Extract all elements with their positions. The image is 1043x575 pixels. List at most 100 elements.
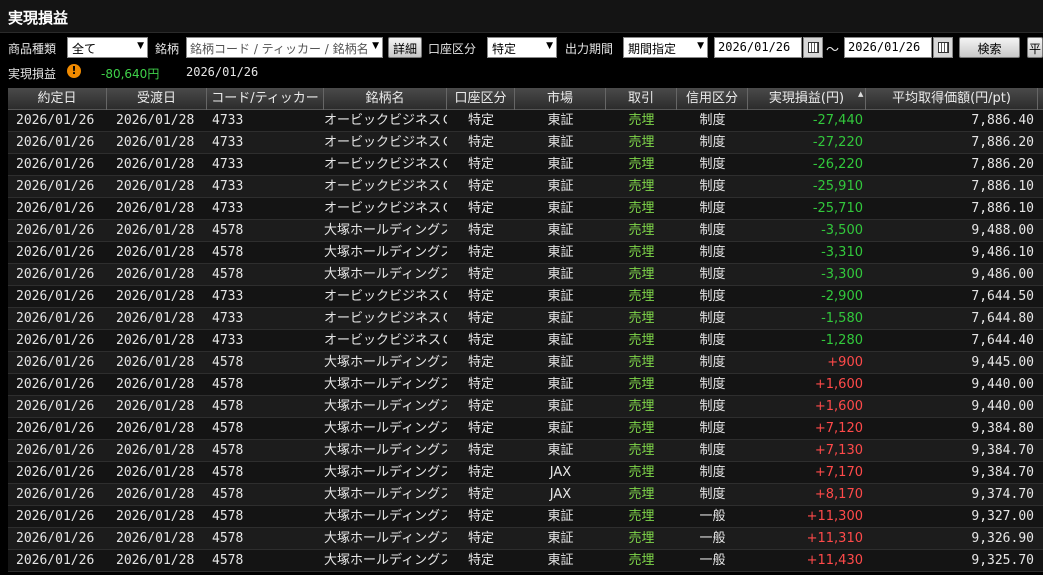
cell-margin-type: 制度	[699, 157, 726, 172]
column-header-trade-date[interactable]: 約定日	[8, 88, 107, 110]
cell-code: 4578	[212, 509, 244, 524]
cell-trade-date: 2026/01/26	[16, 487, 95, 502]
table-row[interactable]: 2026/01/26 2026/01/28 4578 大塚ホールディングス 特定 東証 売埋…	[8, 352, 1043, 374]
cell-margin-type: 制度	[699, 333, 726, 348]
cell-avg-cost: 9,440.00	[971, 377, 1034, 392]
cell-settlement-date: 2026/01/28	[116, 333, 195, 348]
cut-off-button[interactable]: 平	[1027, 37, 1043, 58]
table-row[interactable]: 2026/01/26 2026/01/28 4578 大塚ホールディングス 特定 東証 売埋…	[8, 264, 1043, 286]
search-button[interactable]: 検索	[959, 37, 1020, 58]
cell-margin-type: 制度	[699, 113, 726, 128]
table-row[interactable]: 2026/01/26 2026/01/28 4578 大塚ホールディングス 特定 JAX 売…	[8, 462, 1043, 484]
brand-search-input[interactable]: 銘柄コード / ティッカー / 銘柄名 ▼	[186, 37, 383, 58]
table-row[interactable]: 2026/01/26 2026/01/28 4733 オービックビジネスＣ 特定 東証 売埋…	[8, 330, 1043, 352]
calendar-to-button[interactable]	[933, 37, 953, 58]
product-type-select[interactable]: 全て ▼	[67, 37, 148, 58]
table-row[interactable]: 2026/01/26 2026/01/28 4578 大塚ホールディングス 特定 東証 売埋…	[8, 418, 1043, 440]
cell-market: 東証	[547, 509, 574, 524]
cell-margin-type: 制度	[699, 267, 726, 282]
column-header-trade-type[interactable]: 取引	[606, 88, 677, 110]
column-header-settlement-date[interactable]: 受渡日	[107, 88, 207, 110]
table-row[interactable]: 2026/01/26 2026/01/28 4578 大塚ホールディングス 特定 東証 売埋…	[8, 528, 1043, 550]
column-header-margin-type[interactable]: 信用区分	[677, 88, 748, 110]
cell-realized-pl: -1,580	[821, 311, 863, 326]
cell-margin-type: 制度	[699, 289, 726, 304]
table-row[interactable]: 2026/01/26 2026/01/28 4578 大塚ホールディングス 特定 東証 売埋…	[8, 550, 1043, 572]
table-row[interactable]: 2026/01/26 2026/01/28 4733 オービックビジネスＣ 特定 東証 売埋…	[8, 286, 1043, 308]
cell-market: 東証	[547, 223, 574, 238]
table-row[interactable]: 2026/01/26 2026/01/28 4733 オービックビジネスＣ 特定 東証 売埋…	[8, 154, 1043, 176]
cell-code: 4733	[212, 135, 244, 150]
cell-market: 東証	[547, 377, 574, 392]
cell-code: 4578	[212, 267, 244, 282]
warning-icon[interactable]: !	[67, 64, 81, 78]
cell-margin-type: 制度	[699, 399, 726, 414]
cell-realized-pl: -2,900	[821, 289, 863, 304]
cell-brand-name: 大塚ホールディングス	[324, 509, 447, 524]
cell-trade-date: 2026/01/26	[16, 157, 95, 172]
column-header-market[interactable]: 市場	[515, 88, 606, 110]
account-type-value: 特定	[492, 42, 517, 56]
column-header-brand-name[interactable]: 銘柄名	[324, 88, 447, 110]
cell-settlement-date: 2026/01/28	[116, 157, 195, 172]
date-range-separator: ～	[826, 43, 840, 58]
cell-brand-name: 大塚ホールディングス	[324, 421, 447, 436]
period-select[interactable]: 期間指定 ▼	[623, 37, 708, 58]
chevron-down-icon: ▼	[137, 41, 144, 51]
cell-avg-cost: 9,486.10	[971, 245, 1034, 260]
page-title: 実現損益	[8, 9, 69, 27]
cell-account-type: 特定	[467, 399, 494, 414]
cell-trade-type: 売埋	[628, 399, 655, 414]
cell-code: 4733	[212, 113, 244, 128]
column-header-avg-cost[interactable]: 平均取得価額(円/pt)	[866, 88, 1038, 110]
cell-trade-type: 売埋	[628, 157, 655, 172]
table-row[interactable]: 2026/01/26 2026/01/28 4733 オービックビジネスＣ 特定 東証 売埋…	[8, 176, 1043, 198]
cell-trade-date: 2026/01/26	[16, 113, 95, 128]
cell-settlement-date: 2026/01/28	[116, 399, 195, 414]
cell-avg-cost: 9,325.70	[971, 553, 1034, 568]
table-row[interactable]: 2026/01/26 2026/01/28 4578 大塚ホールディングス 特定 東証 売埋…	[8, 374, 1043, 396]
cell-avg-cost: 9,327.00	[971, 509, 1034, 524]
table-row[interactable]: 2026/01/26 2026/01/28 4733 オービックビジネスＣ 特定 東証 売埋…	[8, 308, 1043, 330]
account-type-select[interactable]: 特定 ▼	[487, 37, 557, 58]
cell-realized-pl: +7,130	[814, 443, 863, 458]
table-row[interactable]: 2026/01/26 2026/01/28 4578 大塚ホールディングス 特定 東証 売埋…	[8, 220, 1043, 242]
column-header-account-type[interactable]: 口座区分	[447, 88, 515, 110]
cell-margin-type: 一般	[699, 531, 726, 546]
column-header-realized-pl[interactable]: 実現損益(円)	[748, 88, 866, 110]
cell-settlement-date: 2026/01/28	[116, 421, 195, 436]
realized-pl-label: 実現損益	[8, 67, 57, 81]
brand-search-placeholder: 銘柄コード / ティッカー / 銘柄名	[190, 42, 369, 56]
cell-account-type: 特定	[467, 157, 494, 172]
calendar-from-button[interactable]	[803, 37, 823, 58]
product-type-value: 全て	[72, 42, 97, 56]
cell-code: 4733	[212, 333, 244, 348]
column-header-code[interactable]: コード/ティッカー	[207, 88, 324, 110]
cell-trade-type: 売埋	[628, 465, 655, 480]
calendar-icon	[938, 42, 949, 53]
table-row[interactable]: 2026/01/26 2026/01/28 4578 大塚ホールディングス 特定 東証 売埋…	[8, 396, 1043, 418]
date-to-input[interactable]: 2026/01/26	[844, 37, 932, 58]
cell-brand-name: 大塚ホールディングス	[324, 355, 447, 370]
cell-margin-type: 制度	[699, 377, 726, 392]
table-row[interactable]: 2026/01/26 2026/01/28 4578 大塚ホールディングス 特定 東証 売埋…	[8, 242, 1043, 264]
cell-realized-pl: -27,220	[812, 135, 863, 150]
summary-bar: 実現損益 ! -80,640円 2026/01/26	[0, 63, 1043, 83]
cell-realized-pl: -26,220	[812, 157, 863, 172]
cell-brand-name: オービックビジネスＣ	[324, 311, 447, 326]
table-row[interactable]: 2026/01/26 2026/01/28 4578 大塚ホールディングス 特定 東証 売埋…	[8, 506, 1043, 528]
table-row[interactable]: 2026/01/26 2026/01/28 4578 大塚ホールディングス 特定 東証 売埋…	[8, 440, 1043, 462]
cell-market: 東証	[547, 553, 574, 568]
table-row[interactable]: 2026/01/26 2026/01/28 4733 オービックビジネスＣ 特定 東証 売埋…	[8, 198, 1043, 220]
table-row[interactable]: 2026/01/26 2026/01/28 4578 大塚ホールディングス 特定 JAX 売…	[8, 484, 1043, 506]
cell-account-type: 特定	[467, 487, 494, 502]
cell-margin-type: 一般	[699, 509, 726, 524]
detail-button[interactable]: 詳細	[388, 37, 422, 58]
table-row[interactable]: 2026/01/26 2026/01/28 4733 オービックビジネスＣ 特定 東証 売埋…	[8, 132, 1043, 154]
cell-trade-date: 2026/01/26	[16, 135, 95, 150]
date-from-input[interactable]: 2026/01/26	[714, 37, 802, 58]
cell-settlement-date: 2026/01/28	[116, 135, 195, 150]
table-row[interactable]: 2026/01/26 2026/01/28 4733 オービックビジネスＣ 特定 東証 売埋…	[8, 110, 1043, 132]
cell-brand-name: 大塚ホールディングス	[324, 399, 447, 414]
calendar-icon	[808, 42, 819, 53]
